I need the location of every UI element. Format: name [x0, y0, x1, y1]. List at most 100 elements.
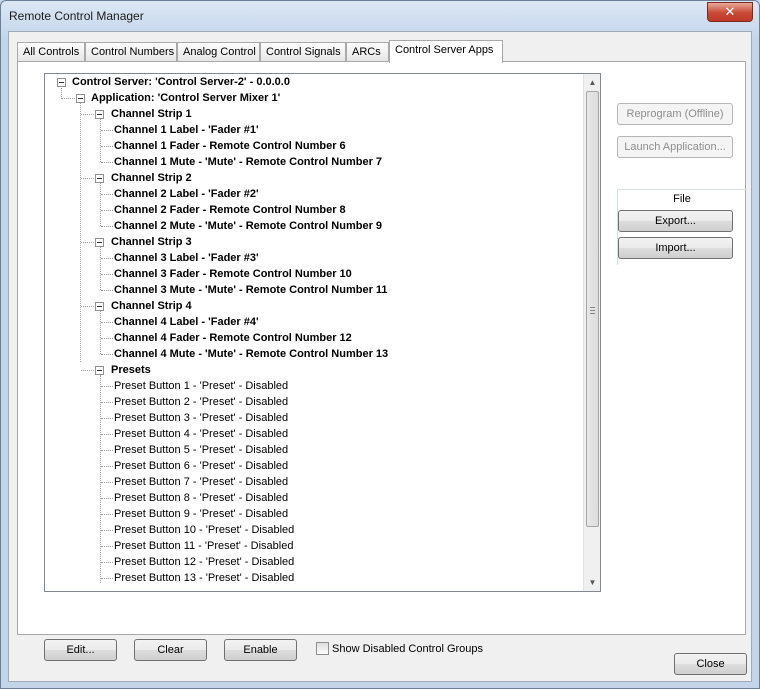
tree-connector — [81, 114, 94, 115]
tree-leaf-label: Preset Button 1 - 'Preset' - Disabled — [114, 380, 289, 392]
tree-connector — [81, 178, 94, 179]
tree-connector — [101, 546, 113, 547]
show-disabled-checkbox[interactable] — [316, 642, 329, 655]
tree-leaf-label: Preset Button 4 - 'Preset' - Disabled — [114, 428, 289, 440]
launch-application-button[interactable]: Launch Application... — [617, 136, 733, 158]
clear-button[interactable]: Clear — [134, 639, 207, 661]
close-button[interactable]: Close — [674, 653, 747, 675]
tree-connector — [101, 418, 113, 419]
tree-connector — [81, 370, 94, 371]
tree-leaf-label: Channel 1 Mute - 'Mute' - Remote Control… — [114, 156, 383, 168]
tree-leaf-label: Channel 2 Fader - Remote Control Number … — [114, 204, 346, 216]
collapse-icon[interactable] — [95, 110, 104, 119]
tree-connector — [101, 498, 113, 499]
collapse-icon[interactable] — [76, 94, 85, 103]
tree-leaf-label: Preset Button 9 - 'Preset' - Disabled — [114, 508, 289, 520]
tree-leaf-label: Preset Button 7 - 'Preset' - Disabled — [114, 476, 289, 488]
tree-connector — [101, 274, 113, 275]
tree-connector — [100, 247, 101, 290]
tree-connector — [101, 290, 113, 291]
title-bar: Remote Control Manager ✕ — [1, 1, 759, 31]
edit-button[interactable]: Edit... — [44, 639, 117, 661]
tree-connector — [101, 354, 113, 355]
tree-connector — [101, 578, 113, 579]
tree-connector — [101, 194, 113, 195]
tree-connector — [101, 514, 113, 515]
reprogram-offline-button[interactable]: Reprogram (Offline) — [617, 103, 733, 125]
tree-leaf-label: Preset Button 5 - 'Preset' - Disabled — [114, 444, 289, 456]
tree-connector — [101, 258, 113, 259]
scroll-thumb[interactable] — [586, 91, 599, 527]
tree-leaf-label: Channel 3 Label - 'Fader #3' — [114, 252, 259, 264]
collapse-icon[interactable] — [95, 238, 104, 247]
tree-connector — [100, 375, 101, 583]
tree-leaf-label: Channel 4 Label - 'Fader #4' — [114, 316, 259, 328]
tree-leaf-label: Channel 2 Mute - 'Mute' - Remote Control… — [114, 220, 383, 232]
tree-connector — [100, 311, 101, 354]
tree-leaf-label: Preset Button 2 - 'Preset' - Disabled — [114, 396, 289, 408]
tab-analog-control[interactable]: Analog Control — [177, 42, 260, 62]
window-close-button[interactable]: ✕ — [707, 2, 753, 22]
tree-connector — [101, 386, 113, 387]
tree-leaf-label: Preset Button 6 - 'Preset' - Disabled — [114, 460, 289, 472]
tree-connector — [101, 338, 113, 339]
export-button[interactable]: Export... — [618, 210, 733, 232]
tree-connector — [81, 242, 94, 243]
file-group-title: File — [673, 193, 691, 205]
grip-icon — [590, 307, 595, 314]
tree-node-label: Presets — [111, 364, 151, 376]
app-window: Remote Control Manager ✕ All Controls Co… — [0, 0, 760, 689]
tree-node-label: Channel Strip 3 — [111, 236, 192, 248]
tree-connector — [101, 482, 113, 483]
dialog-client-area: All Controls Control Numbers Analog Cont… — [8, 31, 752, 682]
tree-connector — [101, 146, 113, 147]
tree-leaf-label: Channel 3 Fader - Remote Control Number … — [114, 268, 352, 280]
tree-vertical-scrollbar[interactable]: ▲ ▼ — [583, 74, 600, 591]
tree-connector — [101, 322, 113, 323]
tree-leaf-label: Preset Button 3 - 'Preset' - Disabled — [114, 412, 289, 424]
import-button[interactable]: Import... — [618, 237, 733, 259]
tree-leaf-label: Channel 1 Label - 'Fader #1' — [114, 124, 259, 136]
tree-leaf-label: Preset Button 12 - 'Preset' - Disabled — [114, 556, 295, 568]
tree-connector — [101, 162, 113, 163]
tree-connector — [101, 466, 113, 467]
window-title: Remote Control Manager — [9, 9, 144, 23]
tree-connector — [101, 402, 113, 403]
collapse-icon[interactable] — [95, 302, 104, 311]
tree-connector — [81, 306, 94, 307]
enable-button[interactable]: Enable — [224, 639, 297, 661]
tree-node-label: Channel Strip 4 — [111, 300, 192, 312]
tree-connector — [101, 226, 113, 227]
control-server-apps-panel: Control Server: 'Control Server-2' - 0.0… — [17, 61, 747, 661]
tab-control-signals[interactable]: Control Signals — [260, 42, 346, 62]
tab-arcs[interactable]: ARCs — [346, 42, 389, 62]
tab-control-numbers[interactable]: Control Numbers — [85, 42, 177, 62]
tree-leaf-label: Channel 3 Mute - 'Mute' - Remote Control… — [114, 284, 388, 296]
tree-connector — [101, 450, 113, 451]
tree-leaf-label: Channel 4 Fader - Remote Control Number … — [114, 332, 352, 344]
scroll-down-arrow-icon[interactable]: ▼ — [584, 574, 600, 591]
tree-leaf-label: Channel 1 Fader - Remote Control Number … — [114, 140, 346, 152]
tab-control-server-apps[interactable]: Control Server Apps — [389, 40, 503, 63]
tab-all-controls[interactable]: All Controls — [17, 42, 85, 62]
tree-leaf-label: Channel 2 Label - 'Fader #2' — [114, 188, 259, 200]
tree-leaf-label: Preset Button 10 - 'Preset' - Disabled — [114, 524, 295, 536]
scroll-up-arrow-icon[interactable]: ▲ — [584, 74, 600, 91]
tree-node-label: Channel Strip 2 — [111, 172, 192, 184]
tree-node-label: Channel Strip 1 — [111, 108, 192, 120]
tree-connector — [101, 434, 113, 435]
tree-connector — [101, 210, 113, 211]
show-disabled-label: Show Disabled Control Groups — [332, 643, 484, 655]
tree-content: Control Server: 'Control Server-2' - 0.0… — [45, 74, 583, 591]
control-server-tree[interactable]: Control Server: 'Control Server-2' - 0.0… — [44, 73, 601, 592]
tree-leaf-label: Preset Button 11 - 'Preset' - Disabled — [114, 540, 294, 552]
tree-connector — [62, 98, 75, 99]
collapse-icon[interactable] — [95, 174, 104, 183]
tree-connector — [101, 530, 113, 531]
tree-connector — [100, 183, 101, 226]
collapse-icon[interactable] — [95, 366, 104, 375]
collapse-icon[interactable] — [57, 78, 66, 87]
tree-leaf-label: Channel 4 Mute - 'Mute' - Remote Control… — [114, 348, 389, 360]
tree-leaf-label: Preset Button 13 - 'Preset' - Disabled — [114, 572, 295, 584]
tree-connector — [80, 102, 81, 362]
